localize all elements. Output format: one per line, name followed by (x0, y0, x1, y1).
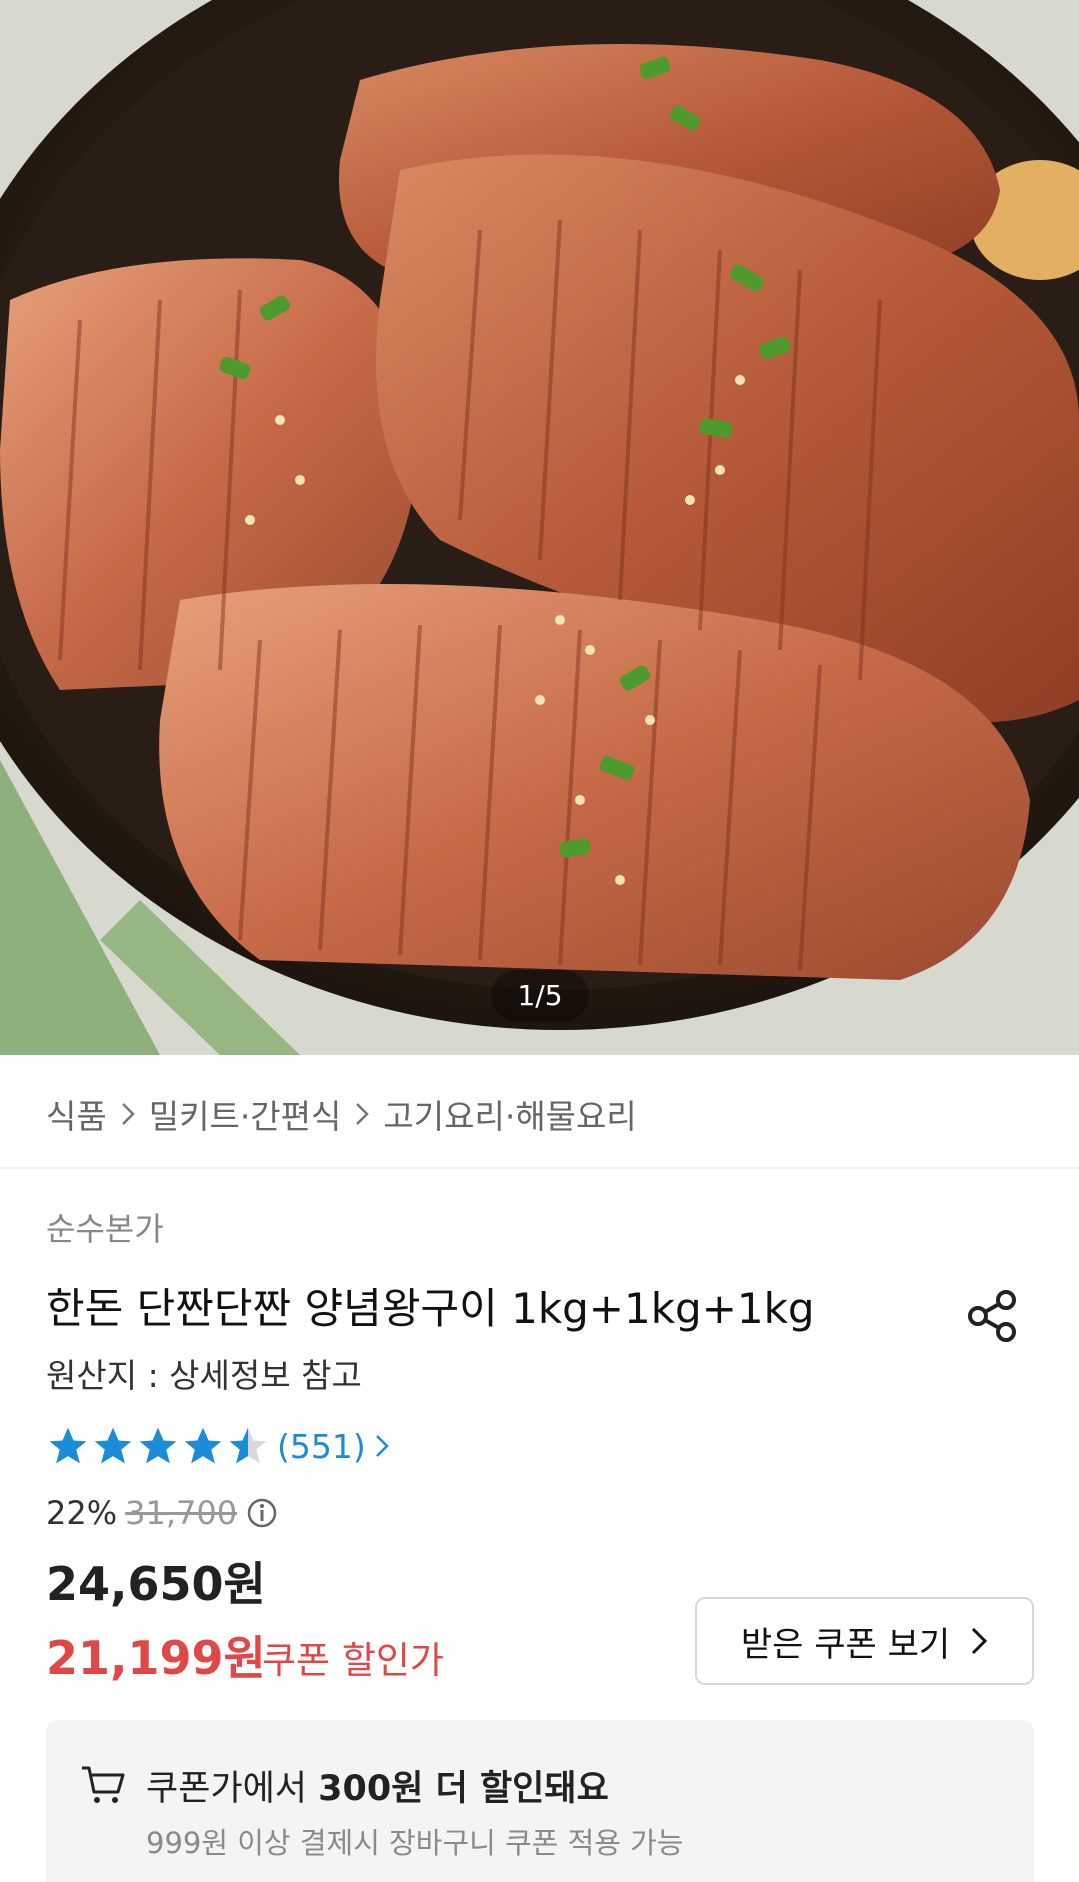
breadcrumb-item-meat-seafood[interactable]: 고기요리·해물요리 (383, 1090, 636, 1138)
review-count[interactable]: (551) (277, 1427, 366, 1466)
chevron-right-icon (374, 1432, 390, 1460)
sale-price: 24,650원 (46, 1557, 266, 1611)
product-title: 한돈 단짠단짠 양념왕구이 1kg+1kg+1kg (46, 1284, 815, 1333)
coupon-button-label: 받은 쿠폰 보기 (740, 1624, 951, 1665)
origin-info: 원산지 : 상세정보 참고 (46, 1356, 362, 1395)
section-divider (0, 1167, 1079, 1169)
discount-row: 22% 31,700 (46, 1491, 279, 1535)
cart-icon (80, 1762, 126, 1806)
chevron-right-icon (970, 1625, 988, 1657)
half-star-icon (229, 1427, 267, 1464)
coupon-price: 21,199원 (46, 1631, 266, 1685)
star-icon (139, 1427, 177, 1464)
product-photo (0, 0, 1079, 1055)
product-image-gallery[interactable]: 1/5 (0, 0, 1079, 1055)
coupon-price-label: 쿠폰 할인가 (262, 1639, 444, 1682)
star-icon (49, 1427, 87, 1464)
breadcrumb: 식품 밀키트·간편식 고기요리·해물요리 (46, 1090, 637, 1138)
share-button[interactable] (964, 1286, 1020, 1346)
star-rating (46, 1424, 271, 1468)
breadcrumb-item-mealkit[interactable]: 밀키트·간편식 (149, 1090, 342, 1138)
info-icon[interactable] (245, 1496, 279, 1530)
coupon-notice-text: 쿠폰가에서 300원 더 할인돼요 (146, 1760, 609, 1811)
original-price: 31,700 (125, 1494, 238, 1532)
discount-rate: 22% (46, 1494, 118, 1532)
rating-row[interactable]: (551) (46, 1422, 390, 1470)
coupon-notice-subtext: 999원 이상 결제시 장바구니 쿠폰 적용 가능 (146, 1826, 684, 1860)
coupon-notice: 쿠폰가에서 300원 더 할인돼요 999원 이상 결제시 장바구니 쿠폰 적용… (46, 1720, 1034, 1882)
brand-name[interactable]: 순수본가 (46, 1204, 164, 1250)
star-icon (94, 1427, 132, 1464)
coupon-notice-prefix: 쿠폰가에서 (146, 1769, 319, 1809)
gallery-page-indicator: 1/5 (491, 970, 589, 1022)
star-icon (184, 1427, 222, 1464)
view-received-coupons-button[interactable]: 받은 쿠폰 보기 (695, 1597, 1034, 1685)
coupon-notice-amount: 300원 더 할인돼요 (318, 1769, 609, 1809)
share-icon (968, 1290, 1016, 1342)
breadcrumb-item-food[interactable]: 식품 (46, 1090, 107, 1138)
chevron-right-icon (353, 1100, 371, 1128)
chevron-right-icon (119, 1100, 137, 1128)
